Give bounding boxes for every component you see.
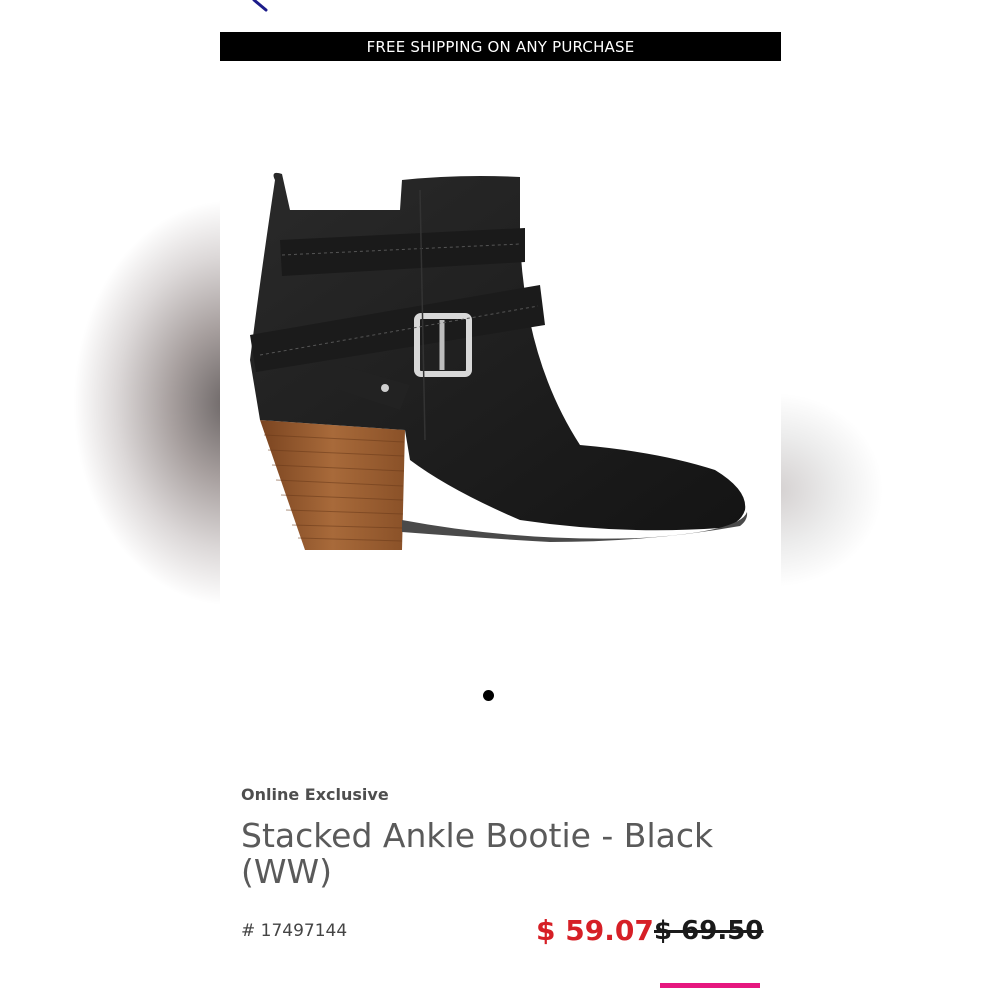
carousel-dot-active[interactable] <box>483 690 494 701</box>
product-title: Stacked Ankle Bootie - Black (WW) <box>241 816 714 891</box>
sale-price: $ 59.07 <box>536 914 654 947</box>
original-price: $ 69.50 <box>654 916 764 946</box>
ankle-bootie-illustration <box>250 172 748 550</box>
product-image[interactable] <box>220 80 781 660</box>
product-sku: # 17497144 <box>241 921 348 941</box>
accent-underline <box>660 983 760 988</box>
promo-banner[interactable]: FREE SHIPPING ON ANY PURCHASE <box>220 32 781 61</box>
blurred-backdrop-right <box>775 380 1000 600</box>
back-arrow-icon[interactable] <box>248 0 274 12</box>
promo-banner-text: FREE SHIPPING ON ANY PURCHASE <box>366 37 635 56</box>
online-exclusive-badge: Online Exclusive <box>241 785 389 804</box>
product-page: FREE SHIPPING ON ANY PURCHASE Online Exc… <box>220 0 781 1000</box>
blurred-backdrop-left <box>0 150 230 610</box>
